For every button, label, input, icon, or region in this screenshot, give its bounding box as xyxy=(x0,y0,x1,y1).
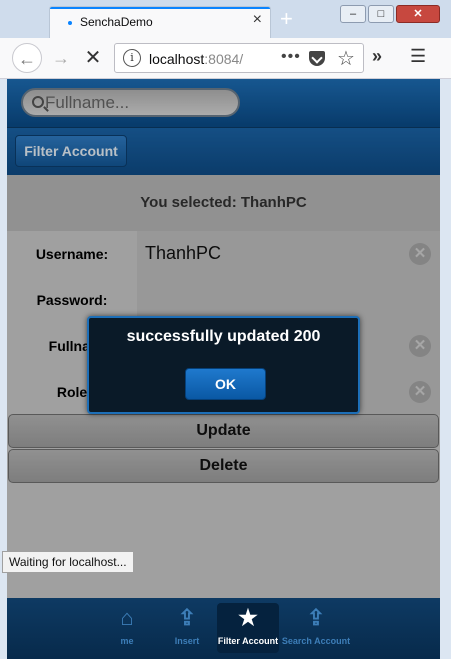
home-icon: ⌂ xyxy=(120,605,134,630)
hamburger-menu-icon[interactable]: ☰ xyxy=(410,46,426,67)
url-text[interactable]: localhost:8084/ xyxy=(149,51,243,67)
new-tab-button[interactable]: + xyxy=(280,8,293,30)
browser-navbar: ← → ✕ i localhost:8084/ ••• ☆ » ☰ xyxy=(0,38,451,79)
ok-button[interactable]: OK xyxy=(185,368,266,400)
status-bar: Waiting for localhost... xyxy=(2,551,134,573)
browser-tab[interactable]: SenchaDemo × xyxy=(49,6,271,38)
tab-search-account[interactable]: ⇪ Search Account xyxy=(279,603,353,653)
bottom-tab-bar: ⌂ me ⇪ Insert ★ Filter Account ⇪ Search … xyxy=(7,598,440,659)
star-icon: ★ xyxy=(238,605,258,630)
tab-close-icon[interactable]: × xyxy=(253,11,262,29)
maximize-button[interactable]: □ xyxy=(368,5,394,23)
url-bar[interactable]: i localhost:8084/ ••• ☆ xyxy=(114,43,364,73)
tab-home-label: me xyxy=(120,636,134,646)
tab-insert-label: Insert xyxy=(174,636,200,646)
dialog-message: successfully updated 200 xyxy=(126,328,321,345)
info-icon[interactable]: i xyxy=(123,49,141,67)
stop-loading-button[interactable]: ✕ xyxy=(78,43,108,73)
forward-button[interactable]: → xyxy=(46,43,76,73)
url-host: localhost xyxy=(149,51,205,67)
close-window-button[interactable]: ✕ xyxy=(396,5,440,23)
tab-filter-account-label: Filter Account xyxy=(217,636,279,646)
tab-accent-line xyxy=(50,7,270,9)
tab-insert[interactable]: ⇪ Insert xyxy=(157,603,217,653)
tab-home[interactable]: ⌂ me xyxy=(97,603,157,653)
back-button[interactable]: ← xyxy=(12,43,42,73)
tab-loading-icon xyxy=(68,21,72,25)
pocket-icon[interactable] xyxy=(309,51,325,66)
window-titlebar: SenchaDemo × + ‒ □ ✕ xyxy=(0,0,451,38)
share-icon: ⇪ xyxy=(177,605,197,630)
minimize-button[interactable]: ‒ xyxy=(340,5,366,23)
window-controls: ‒ □ ✕ xyxy=(340,5,446,25)
share-icon: ⇪ xyxy=(306,605,326,630)
bookmark-star-icon[interactable]: ☆ xyxy=(337,46,355,71)
url-port: :8084/ xyxy=(204,51,244,67)
tab-filter-account[interactable]: ★ Filter Account xyxy=(217,603,279,653)
tab-title: SenchaDemo xyxy=(80,15,153,29)
page-actions-icon[interactable]: ••• xyxy=(281,48,301,66)
alert-dialog: successfully updated 200 OK xyxy=(87,316,360,414)
overflow-menu-icon[interactable]: » xyxy=(372,46,382,67)
tab-search-account-label: Search Account xyxy=(281,636,351,646)
